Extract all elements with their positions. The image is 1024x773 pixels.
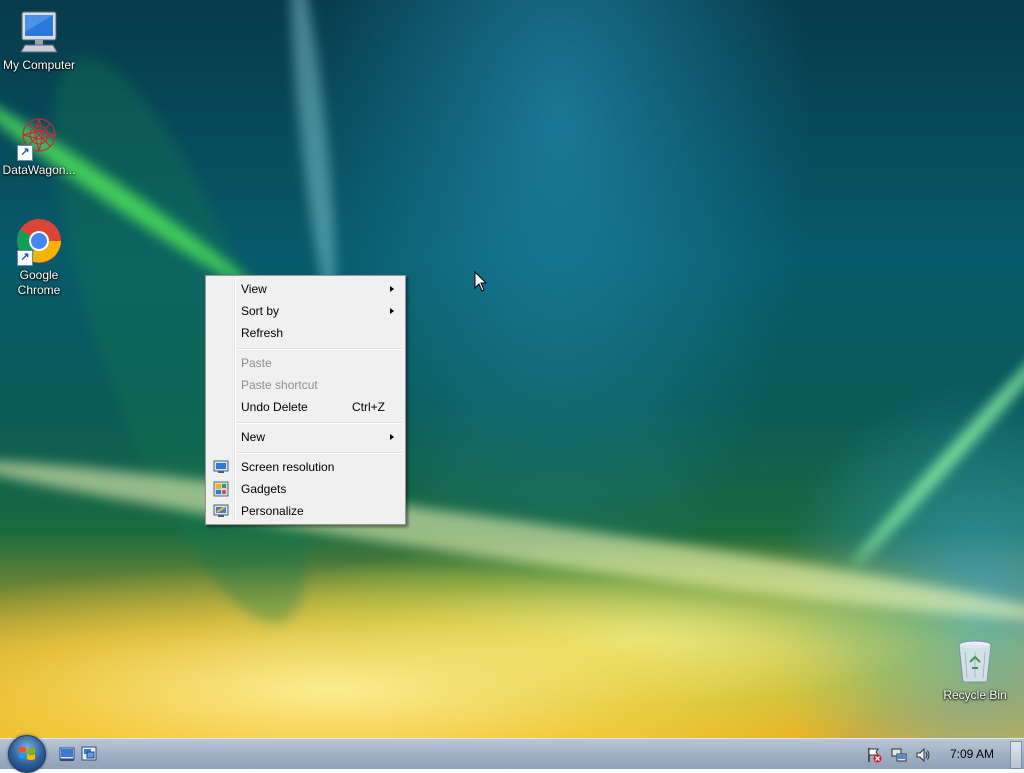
network-icon[interactable] bbox=[891, 747, 907, 763]
volume-icon[interactable] bbox=[915, 747, 931, 763]
show-desktop-button[interactable] bbox=[1010, 741, 1022, 769]
menu-item-label: Screen resolution bbox=[241, 460, 335, 474]
menu-item-new[interactable]: New bbox=[208, 426, 403, 448]
action-center-icon[interactable] bbox=[866, 747, 882, 763]
menu-item-label: Sort by bbox=[241, 304, 280, 318]
menu-item-label: Paste shortcut bbox=[241, 378, 318, 392]
menu-separator bbox=[237, 422, 402, 424]
menu-item-undo-delete[interactable]: Undo Delete Ctrl+Z bbox=[208, 396, 403, 418]
desktop-icon-label: My Computer bbox=[2, 58, 76, 72]
menu-item-screen-resolution[interactable]: Screen resolution bbox=[208, 456, 403, 478]
desktop[interactable]: My Computer ↗ DataWagon... ↗ Google Chro… bbox=[0, 0, 1024, 738]
submenu-arrow-icon bbox=[390, 286, 394, 292]
switch-windows-icon[interactable] bbox=[81, 746, 97, 762]
datawagon-icon: ↗ bbox=[15, 113, 63, 161]
shortcut-arrow-icon: ↗ bbox=[17, 145, 33, 161]
menu-item-label: New bbox=[241, 430, 266, 444]
menu-item-gadgets[interactable]: Gadgets bbox=[208, 478, 403, 500]
menu-item-paste-shortcut: Paste shortcut bbox=[208, 374, 403, 396]
shortcut-arrow-icon: ↗ bbox=[17, 250, 33, 266]
menu-item-refresh[interactable]: Refresh bbox=[208, 322, 403, 344]
windows-flag-icon bbox=[19, 747, 35, 760]
taskbar-clock[interactable]: 7:09 AM bbox=[950, 739, 994, 769]
show-desktop-icon[interactable] bbox=[59, 746, 75, 762]
gadgets-icon bbox=[213, 481, 229, 497]
submenu-arrow-icon bbox=[390, 308, 394, 314]
start-button[interactable] bbox=[8, 735, 46, 773]
menu-separator bbox=[237, 348, 402, 350]
mouse-cursor-icon bbox=[474, 271, 488, 292]
desktop-icon-label: Google Chrome bbox=[17, 268, 61, 297]
personalize-icon bbox=[213, 504, 229, 517]
menu-item-personalize[interactable]: Personalize bbox=[208, 500, 403, 522]
taskbar: 7:09 AM bbox=[0, 735, 1024, 773]
desktop-icon-my-computer[interactable]: My Computer bbox=[0, 8, 79, 73]
computer-icon bbox=[15, 8, 63, 56]
desktop-icon-label: Recycle Bin bbox=[943, 688, 1007, 702]
menu-separator bbox=[237, 452, 402, 454]
menu-item-sort-by[interactable]: Sort by bbox=[208, 300, 403, 322]
wallpaper-ray bbox=[282, 0, 344, 301]
menu-item-label: Gadgets bbox=[241, 482, 287, 496]
menu-item-view[interactable]: View bbox=[208, 278, 403, 300]
menu-item-paste: Paste bbox=[208, 352, 403, 374]
menu-item-shortcut: Ctrl+Z bbox=[352, 400, 385, 414]
submenu-arrow-icon bbox=[390, 434, 394, 440]
chrome-icon: ↗ bbox=[15, 218, 63, 266]
wallpaper-ray bbox=[847, 323, 1024, 571]
menu-item-label: Personalize bbox=[241, 504, 304, 518]
desktop-icon-label: DataWagon... bbox=[2, 163, 76, 177]
menu-item-label: View bbox=[241, 282, 267, 296]
menu-item-label: Paste bbox=[241, 356, 272, 370]
desktop-icon-google-chrome[interactable]: ↗ Google Chrome bbox=[0, 218, 79, 298]
desktop-icon-datawagon[interactable]: ↗ DataWagon... bbox=[0, 113, 79, 178]
recycle-bin-icon bbox=[951, 638, 999, 686]
menu-item-label: Refresh bbox=[241, 326, 284, 340]
desktop-context-menu: View Sort by Refresh Paste Paste shortcu… bbox=[205, 275, 406, 525]
screen-resolution-icon bbox=[213, 460, 229, 473]
menu-item-label: Undo Delete bbox=[241, 400, 308, 414]
desktop-icon-recycle-bin[interactable]: Recycle Bin bbox=[935, 638, 1015, 703]
